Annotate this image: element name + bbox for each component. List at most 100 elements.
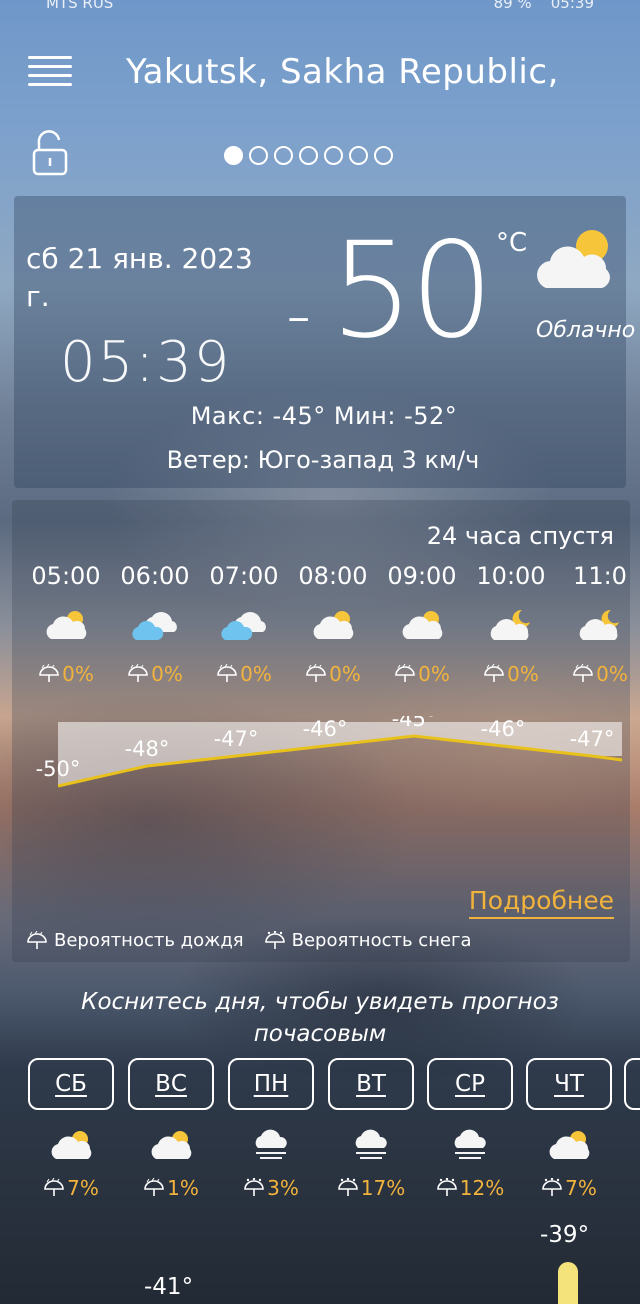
hour-precip-value: 0% [62, 662, 94, 686]
day-precip-value: 17% [360, 1176, 406, 1200]
city-title[interactable]: Yakutsk, Sakha Republic, R [126, 52, 556, 96]
day-button[interactable]: ЧТ [526, 1058, 612, 1110]
hourly-list[interactable]: 05:00 0% 06:00 0% 07:00 0% 08:00 0% 09:00 0% 10:00… [12, 500, 630, 720]
day-forecast[interactable]: 7% [21, 1128, 121, 1200]
temperature-point-label: -45° [392, 716, 437, 731]
sun-cloud-icon [43, 608, 89, 642]
hour-item[interactable]: 09:00 0% [378, 562, 466, 686]
day-button[interactable]: ВС [128, 1058, 214, 1110]
rain-umbrella-icon [484, 664, 504, 682]
hour-item[interactable]: 07:00 0% [200, 562, 288, 686]
temperature-point-label: -47° [570, 727, 615, 751]
page-dot[interactable] [324, 146, 343, 165]
day-label: ВС [155, 1071, 187, 1097]
snow-umbrella-icon [244, 1178, 264, 1196]
day-precip: 7% [21, 1176, 121, 1200]
rain-umbrella-icon [44, 1178, 64, 1196]
day-forecast[interactable]: 1% [121, 1128, 221, 1200]
day-precip: 17% [321, 1176, 421, 1200]
day-forecast[interactable]: 17% [321, 1128, 421, 1200]
day-precip-value: 12% [459, 1176, 505, 1200]
hour-precip-value: 0% [596, 662, 628, 686]
day-button-partial[interactable] [624, 1058, 640, 1110]
snow-umbrella-icon [436, 1178, 457, 1196]
hour-precip-value: 0% [418, 662, 450, 686]
hour-time: 11:0 [573, 562, 627, 590]
hour-item[interactable]: 06:00 0% [111, 562, 199, 686]
visible-low-temp: -41° [144, 1274, 194, 1300]
fog-cloud-icon [348, 1128, 394, 1162]
details-link[interactable]: Подробнее [468, 886, 614, 919]
day-button[interactable]: СР [427, 1058, 513, 1110]
temperature-point-label: -48° [125, 737, 170, 761]
precip-legend: Вероятность дождя Вероятность снега [26, 930, 472, 951]
page-dot[interactable] [224, 146, 243, 165]
hour-precip: 0% [556, 662, 630, 686]
hour-time: 06:00 [120, 562, 190, 590]
sun-cloud-icon [537, 230, 610, 288]
status-bar: MTS RUS 89 % 05:39 [0, 0, 640, 16]
hour-time: 05:00 [31, 562, 101, 590]
day-forecast[interactable]: 12% [420, 1128, 520, 1200]
day-precip-value: 1% [167, 1176, 199, 1200]
page-dot[interactable] [299, 146, 318, 165]
clock-label: 05:39 [550, 0, 594, 12]
current-date: сб 21 янв. 2023 г. [26, 242, 253, 313]
rain-umbrella-icon [306, 664, 326, 682]
hourly-temperature-graph: -50° -48° -47° -46° -45° -46° -47° [36, 716, 623, 788]
condition-label: Облачно [536, 318, 636, 343]
legend-snow-label: Вероятность снега [291, 930, 472, 951]
hour-precip: 0% [467, 662, 555, 686]
snow-umbrella-icon [542, 1178, 562, 1196]
day-label: ПН [253, 1071, 289, 1097]
hamburger-menu-icon[interactable] [28, 56, 72, 90]
day-label: ЧТ [554, 1071, 584, 1097]
temperature-point-label: -47° [214, 727, 259, 751]
page-dot[interactable] [349, 146, 368, 165]
current-weather-panel: сб 21 янв. 2023 г. 05:39 - 50 °C Облачно… [14, 196, 636, 488]
page-dot[interactable] [249, 146, 268, 165]
day-precip: 7% [519, 1176, 619, 1200]
day-button[interactable]: ПН [228, 1058, 314, 1110]
day-forecast[interactable]: 3% [221, 1128, 321, 1200]
sun-cloud-icon [546, 1128, 592, 1162]
moon-cloud-icon [488, 608, 534, 642]
hour-precip: 0% [22, 662, 110, 686]
hour-item[interactable]: 11:0 0% [556, 562, 630, 686]
battery-label: 89 % [493, 0, 532, 12]
day-precip-value: 3% [267, 1176, 299, 1200]
day-forecast[interactable]: 7% [519, 1128, 619, 1200]
rain-umbrella-icon [39, 664, 59, 682]
day-button[interactable]: ВТ [328, 1058, 414, 1110]
day-label: СР [455, 1071, 485, 1097]
hour-time: 10:00 [476, 562, 546, 590]
hour-precip: 0% [378, 662, 466, 686]
carrier-label: MTS RUS [46, 0, 114, 12]
hour-precip: 0% [289, 662, 377, 686]
sun-cloud-icon [399, 608, 445, 642]
day-precip: 3% [221, 1176, 321, 1200]
day-precip-value: 7% [565, 1176, 597, 1200]
hour-item[interactable]: 10:00 0% [467, 562, 555, 686]
legend-rain-label: Вероятность дождя [54, 930, 244, 951]
page-dot[interactable] [274, 146, 293, 165]
hour-item[interactable]: 08:00 0% [289, 562, 377, 686]
hour-item[interactable]: 05:00 0% [22, 562, 110, 686]
page-dot[interactable] [374, 146, 393, 165]
hour-precip-value: 0% [240, 662, 272, 686]
page-indicator[interactable] [224, 146, 393, 166]
current-time: 05:39 [60, 330, 232, 395]
day-precip-value: 7% [67, 1176, 99, 1200]
hour-time: 08:00 [298, 562, 368, 590]
blue-cloud-icon [132, 608, 178, 642]
min-max-temperature: Макс: -45° Мин: -52° [190, 402, 458, 430]
rain-umbrella-icon [217, 664, 237, 682]
sun-cloud-icon [48, 1128, 94, 1162]
hourly-forecast-panel[interactable]: 24 часа спустя 05:00 0% 06:00 0% 07:00 0% 08:0… [12, 500, 630, 962]
snow-umbrella-icon [264, 930, 285, 949]
snow-umbrella-icon [337, 1178, 358, 1196]
unlock-icon[interactable] [32, 130, 68, 176]
day-button[interactable]: СБ [28, 1058, 114, 1110]
sun-cloud-icon [148, 1128, 194, 1162]
temperature-point-label: -46° [303, 717, 348, 741]
